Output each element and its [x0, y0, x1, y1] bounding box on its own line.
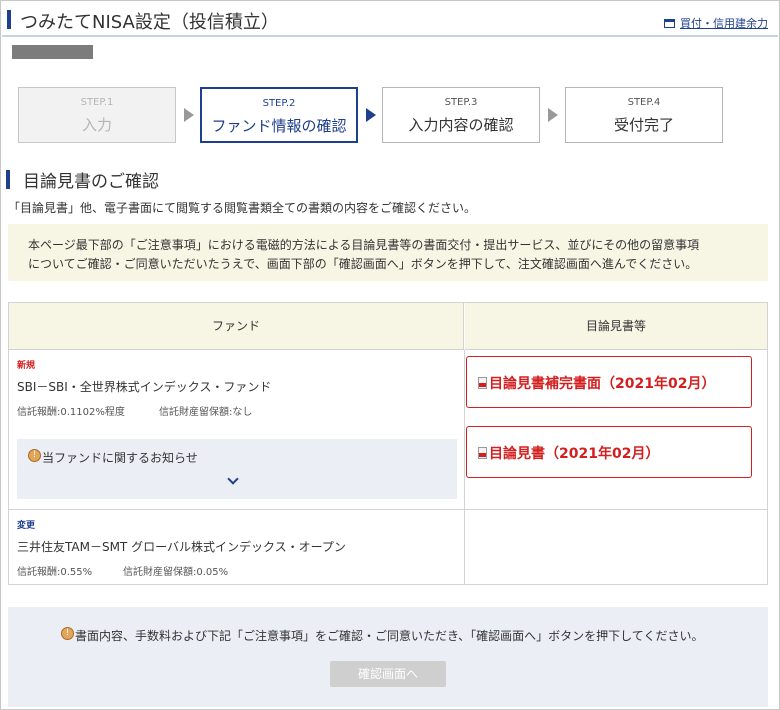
column-divider: [464, 350, 465, 584]
title-accent-bar: [7, 10, 11, 29]
prospectus-label: 目論見書（2021年02月）: [489, 446, 660, 462]
step-name: ファンド情報の確認: [211, 117, 347, 135]
fund-notice-accordion[interactable]: ! 当ファンドに関するお知らせ: [17, 439, 457, 499]
notice-box: 本ページ最下部の「ご注意事項」における電磁的方法による目論見書等の書面交付・提出…: [8, 224, 768, 281]
step-number: STEP.4: [627, 97, 661, 108]
step-4: STEP.4 受付完了: [565, 87, 723, 143]
step-number: STEP.3: [444, 97, 478, 108]
step-arrow-icon: [184, 108, 194, 122]
fund-reserve: 信託財産留保額:なし: [159, 407, 253, 418]
buying-power-link[interactable]: 買付・信用建余力: [664, 15, 768, 31]
step-arrow-icon: [548, 108, 558, 122]
window-icon: [664, 19, 675, 28]
section-intro: 「目論見書」他、電子書面にて閲覧する閲覧書類全ての書類の内容をご確認ください。: [8, 201, 477, 215]
step-2: STEP.2 ファンド情報の確認: [200, 87, 358, 143]
buying-power-link-label: 買付・信用建余力: [680, 17, 768, 30]
new-tag: 新規: [17, 361, 36, 371]
row-divider: [9, 509, 767, 510]
step-name: 受付完了: [613, 116, 674, 134]
redacted-account-info: [12, 45, 93, 59]
section-title: 目論見書のご確認: [23, 172, 159, 192]
prospectus-supplement-label: 目論見書補完書面（2021年02月）: [489, 376, 716, 392]
docs-column-header: 目論見書等: [465, 303, 767, 350]
fund-fee: 信託報酬:0.1102%程度: [17, 407, 125, 418]
info-icon: !: [61, 627, 74, 640]
section-accent-bar: [6, 170, 10, 189]
change-tag: 変更: [17, 521, 36, 531]
page-title: つみたてNISA設定（投信積立）: [20, 12, 279, 33]
prospectus-button[interactable]: 目論見書（2021年02月）: [466, 426, 752, 478]
fund-column-header: ファンド: [9, 303, 464, 350]
step-number: STEP.2: [262, 98, 296, 109]
confirm-screen-button[interactable]: 確認画面へ: [330, 661, 446, 687]
footer-message: 書面内容、手数料および下記「ご注意事項」をご確認・ご同意いただき、「確認画面へ」…: [75, 629, 704, 643]
pdf-icon: [478, 377, 487, 389]
chevron-down-icon[interactable]: [227, 473, 239, 485]
step-1: STEP.1 入力: [18, 87, 176, 143]
step-name: 入力: [81, 116, 112, 134]
notice-line-2: についてご確認・ご同意いただいたうえで、画面下部の「確認画面へ」ボタンを押下して…: [28, 257, 698, 271]
fund-fee: 信託報酬:0.55%: [17, 567, 93, 578]
step-arrow-icon: [366, 108, 376, 122]
fund-reserve: 信託財産留保額:0.05%: [123, 567, 229, 578]
prospectus-supplement-button[interactable]: 目論見書補完書面（2021年02月）: [466, 356, 752, 408]
fund-name: 三井住友TAM－SMT グローバル株式インデックス・オープン: [17, 540, 346, 554]
confirmation-footer: ! 書面内容、手数料および下記「ご注意事項」をご確認・ご同意いただき、「確認画面…: [8, 607, 768, 707]
fund-name: SBI－SBI・全世界株式インデックス・ファンド: [17, 380, 272, 394]
fund-notice-label: 当ファンドに関するお知らせ: [42, 451, 198, 465]
step-name: 入力内容の確認: [408, 116, 514, 134]
info-icon: !: [28, 449, 41, 462]
step-3: STEP.3 入力内容の確認: [382, 87, 540, 143]
page-frame: つみたてNISA設定（投信積立） 買付・信用建余力 STEP.1 入力 STEP…: [0, 0, 780, 710]
page-header: つみたてNISA設定（投信積立） 買付・信用建余力: [2, 2, 778, 37]
step-number: STEP.1: [80, 97, 114, 108]
notice-line-1: 本ページ最下部の「ご注意事項」における電磁的方法による目論見書等の書面交付・提出…: [28, 238, 700, 252]
pdf-icon: [478, 447, 487, 459]
